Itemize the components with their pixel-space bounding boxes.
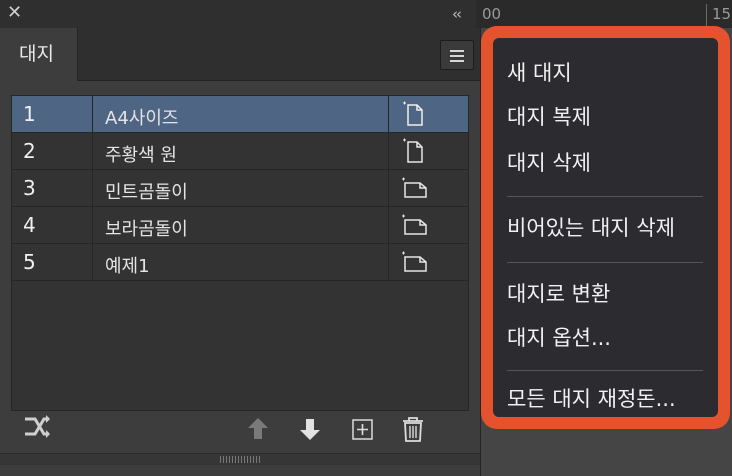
menu-separator (507, 370, 703, 371)
ruler-tick (706, 4, 707, 26)
tab-label: 대지 (19, 43, 54, 65)
grip-dots (220, 456, 260, 463)
rearrange-artboards-icon[interactable] (22, 414, 52, 444)
panel-flyout-menu: 새 대지 대지 복제 대지 삭제 비어있는 대지 삭제 대지로 변환 대지 옵션… (493, 38, 718, 417)
portrait-artboard-icon[interactable] (400, 136, 430, 166)
artboard-name[interactable]: 주황색 원 (105, 141, 177, 167)
column-divider (92, 96, 93, 133)
column-divider (388, 133, 389, 170)
panel-tab-strip: 대지 (0, 28, 480, 81)
ruler-label: 15 (712, 5, 732, 23)
artboard-number: 4 (23, 213, 36, 237)
artboard-row[interactable]: 4 보라곰돌이 (12, 207, 468, 244)
artboard-name[interactable]: 예제1 (105, 252, 150, 278)
artboard-number: 5 (23, 250, 36, 274)
artboard-number: 2 (23, 139, 36, 163)
artboards-panel: 대지 1 A4사이즈 2 주황색 원 3 민트곰돌이 4 보라곰돌이 5 예제1 (0, 28, 481, 476)
artboard-name[interactable]: 보라곰돌이 (105, 215, 188, 241)
close-icon[interactable]: ✕ (7, 3, 22, 23)
column-divider (388, 96, 389, 133)
menu-item-delete-empty-artboards[interactable]: 비어있는 대지 삭제 (507, 212, 675, 242)
artboard-row[interactable]: 2 주황색 원 (12, 133, 468, 170)
ruler (476, 0, 732, 28)
artboard-number: 3 (23, 176, 36, 200)
menu-item-artboard-options[interactable]: 대지 옵션... (507, 322, 611, 352)
menu-item-delete-artboard[interactable]: 대지 삭제 (507, 147, 591, 177)
menu-item-new-artboard[interactable]: 새 대지 (507, 57, 572, 87)
column-divider (92, 244, 93, 281)
landscape-artboard-icon[interactable] (400, 210, 430, 240)
column-divider (92, 170, 93, 207)
tab-artboards[interactable]: 대지 (0, 28, 78, 81)
resize-grip[interactable] (0, 453, 480, 465)
column-divider (388, 244, 389, 281)
artboard-row[interactable]: 1 A4사이즈 (12, 96, 468, 133)
arrow-down-icon[interactable] (295, 414, 325, 444)
column-divider (388, 207, 389, 244)
menu-item-duplicate-artboard[interactable]: 대지 복제 (507, 101, 591, 131)
menu-separator (507, 262, 703, 263)
portrait-artboard-icon[interactable] (400, 99, 430, 129)
artboard-list: 1 A4사이즈 2 주황색 원 3 민트곰돌이 4 보라곰돌이 5 예제1 (11, 95, 469, 411)
panel-button-bar (0, 414, 480, 450)
column-divider (388, 170, 389, 207)
landscape-artboard-icon[interactable] (400, 173, 430, 203)
arrow-up-icon[interactable] (243, 414, 273, 444)
artboard-row[interactable]: 3 민트곰돌이 (12, 170, 468, 207)
menu-item-rearrange-all-artboards[interactable]: 모든 대지 재정돈... (507, 383, 676, 413)
menu-separator (507, 196, 703, 197)
column-divider (92, 133, 93, 170)
panel-menu-button[interactable] (440, 40, 474, 70)
collapse-panel-icon[interactable]: ‹‹ (452, 5, 462, 23)
column-divider (92, 207, 93, 244)
panel-title-bar: ✕ ‹‹ 00 15 (0, 0, 732, 28)
artboard-number: 1 (23, 102, 36, 126)
artboard-row[interactable]: 5 예제1 (12, 244, 468, 281)
trash-icon[interactable] (398, 414, 428, 444)
menu-highlight-frame: 새 대지 대지 복제 대지 삭제 비어있는 대지 삭제 대지로 변환 대지 옵션… (481, 26, 730, 429)
artboard-name[interactable]: 민트곰돌이 (105, 178, 188, 204)
landscape-artboard-icon[interactable] (400, 247, 430, 277)
new-artboard-icon[interactable] (348, 414, 378, 444)
artboard-name[interactable]: A4사이즈 (105, 104, 178, 130)
ruler-label: 00 (482, 5, 502, 23)
menu-item-convert-to-artboards[interactable]: 대지로 변환 (507, 278, 610, 308)
